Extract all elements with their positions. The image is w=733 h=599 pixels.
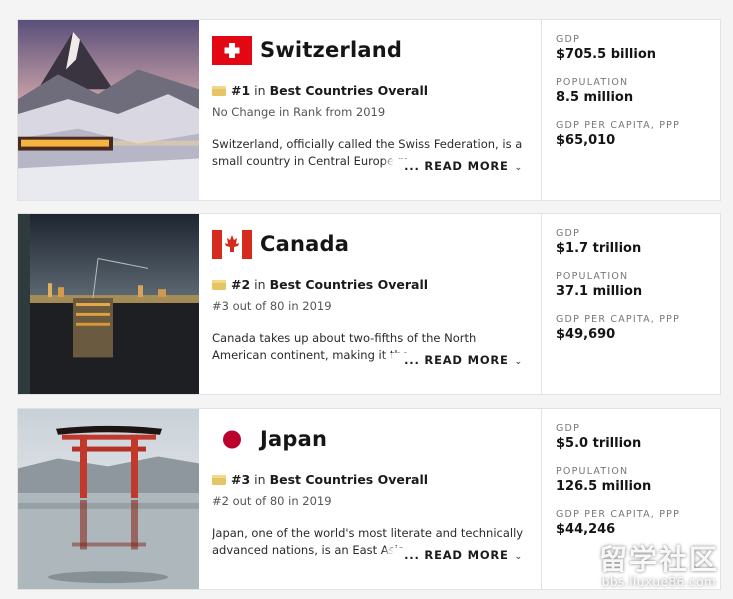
chevron-down-icon: ⌄ [510, 357, 523, 367]
stat-value: 37.1 million [556, 284, 643, 299]
country-card-switzerland[interactable]: Switzerland #1 in Best Countries Overall… [17, 19, 721, 201]
stat-value: $49,690 [556, 327, 616, 342]
rank-change: #2 out of 80 in 2019 [212, 494, 332, 508]
stat-population: POPULATION 126.5 million [556, 466, 720, 494]
stat-label: GDP PER CAPITA, PPP [556, 120, 681, 131]
rank-list-link[interactable]: Best Countries Overall [270, 472, 428, 487]
chevron-down-icon: ⌄ [510, 552, 523, 562]
rank-row: #1 in Best Countries Overall [212, 83, 541, 98]
medal-icon [212, 475, 226, 485]
rank-number: #2 [231, 277, 251, 292]
stat-value: 126.5 million [556, 479, 652, 494]
stat-label: POPULATION [556, 466, 629, 477]
country-name[interactable]: Canada [260, 232, 349, 256]
read-more-label: ... READ MORE [404, 548, 509, 562]
medal-icon [212, 280, 226, 290]
stat-label: GDP [556, 423, 581, 434]
stat-value: $5.0 trillion [556, 436, 642, 451]
country-name[interactable]: Switzerland [260, 38, 402, 62]
canada-photo [18, 214, 199, 394]
rank-row: #3 in Best Countries Overall [212, 472, 541, 487]
stat-gdp-per-capita: GDP PER CAPITA, PPP $44,246 [556, 509, 720, 537]
read-more-label: ... READ MORE [404, 353, 509, 367]
stat-label: GDP PER CAPITA, PPP [556, 314, 681, 325]
stat-gdp: GDP $705.5 billion [556, 34, 720, 62]
japan-photo [18, 409, 199, 589]
country-name-row: Switzerland [212, 34, 541, 66]
stat-label: POPULATION [556, 271, 629, 282]
country-card-canada[interactable]: Canada #2 in Best Countries Overall #3 o… [17, 213, 721, 395]
stat-gdp: GDP $1.7 trillion [556, 228, 720, 256]
stat-label: GDP PER CAPITA, PPP [556, 509, 681, 520]
read-more-button[interactable]: ... READ MORE ⌄ [382, 548, 523, 562]
rank-in-text: in [254, 83, 266, 98]
read-more-button[interactable]: ... READ MORE ⌄ [382, 159, 523, 173]
stat-gdp-per-capita: GDP PER CAPITA, PPP $49,690 [556, 314, 720, 342]
switzerland-photo [18, 20, 199, 200]
country-card-japan[interactable]: Japan #3 in Best Countries Overall #2 ou… [17, 408, 721, 590]
stat-gdp: GDP $5.0 trillion [556, 423, 720, 451]
read-more-button[interactable]: ... READ MORE ⌄ [382, 353, 523, 367]
stat-value: $44,246 [556, 522, 616, 537]
japan-flag-icon [212, 424, 252, 454]
country-info: Canada #2 in Best Countries Overall #3 o… [199, 214, 541, 394]
country-info: Japan #3 in Best Countries Overall #2 ou… [199, 409, 541, 589]
read-more-label: ... READ MORE [404, 159, 509, 173]
country-name-row: Japan [212, 423, 541, 455]
rank-list-link[interactable]: Best Countries Overall [270, 83, 428, 98]
stat-label: POPULATION [556, 77, 629, 88]
stat-label: GDP [556, 228, 581, 239]
stat-gdp-per-capita: GDP PER CAPITA, PPP $65,010 [556, 120, 720, 148]
stat-population: POPULATION 37.1 million [556, 271, 720, 299]
medal-icon [212, 86, 226, 96]
rank-list-link[interactable]: Best Countries Overall [270, 277, 428, 292]
rank-change: #3 out of 80 in 2019 [212, 299, 332, 313]
stat-value: $705.5 billion [556, 47, 657, 62]
rank-change: No Change in Rank from 2019 [212, 105, 386, 119]
stat-value: $65,010 [556, 133, 616, 148]
rank-number: #3 [231, 472, 251, 487]
chevron-down-icon: ⌄ [510, 163, 523, 173]
rank-in-text: in [254, 472, 266, 487]
rank-in-text: in [254, 277, 266, 292]
country-stats: GDP $1.7 trillion POPULATION 37.1 millio… [541, 214, 720, 394]
stat-value: 8.5 million [556, 90, 634, 105]
country-stats: GDP $705.5 billion POPULATION 8.5 millio… [541, 20, 720, 200]
stat-value: $1.7 trillion [556, 241, 642, 256]
country-stats: GDP $5.0 trillion POPULATION 126.5 milli… [541, 409, 720, 589]
stat-population: POPULATION 8.5 million [556, 77, 720, 105]
rank-row: #2 in Best Countries Overall [212, 277, 541, 292]
country-info: Switzerland #1 in Best Countries Overall… [199, 20, 541, 200]
country-name-row: Canada [212, 228, 541, 260]
canada-flag-icon [212, 229, 252, 259]
stat-label: GDP [556, 34, 581, 45]
switzerland-flag-icon [212, 35, 252, 65]
rank-number: #1 [231, 83, 251, 98]
country-name[interactable]: Japan [260, 427, 327, 451]
